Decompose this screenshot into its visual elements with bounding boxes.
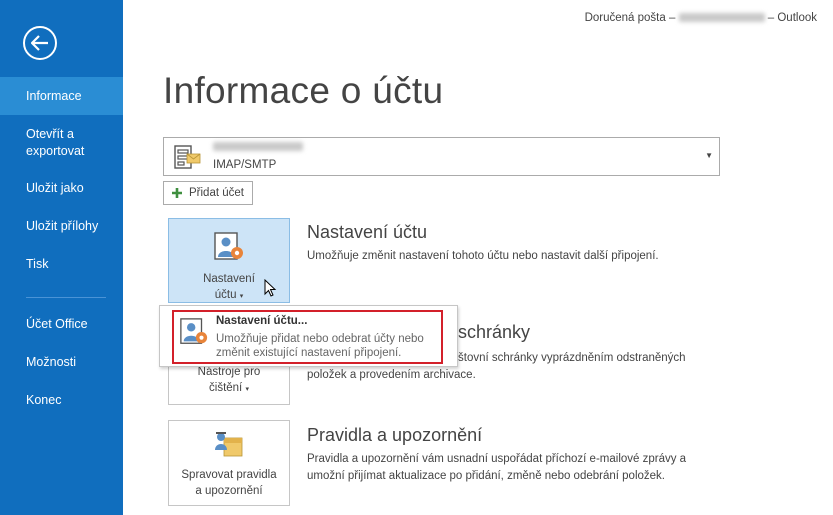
plus-icon [172,188,182,198]
rules-desc-line1: Pravidla a upozornění vám usnadní uspořá… [307,453,687,465]
cleanup-tools-tile-label-2: čištění ▾ [169,380,289,398]
nav-item-ulozit-jako[interactable]: Uložit jako [0,180,123,197]
nav-item-informace[interactable]: Informace [0,77,123,115]
menu-item-desc: Umožňuje přidat nebo odebrat účty nebo z… [216,332,441,360]
account-icon [174,145,201,169]
manage-rules-tile-label-2: a upozornění [195,485,263,497]
nav-item-moznosti[interactable]: Možnosti [0,354,123,371]
page-title: Informace o účtu [163,70,444,111]
account-settings-menu-item[interactable]: Nastavení účtu... Umožňuje přidat nebo o… [172,310,443,364]
back-button[interactable] [23,26,57,60]
cleanup-title: schránky [458,322,531,342]
account-settings-icon [214,232,243,260]
nav-divider [26,297,106,298]
nav-item-ucet-office[interactable]: Účet Office [0,316,123,333]
redacted-email [678,13,765,23]
add-account-label: Přidat účet [189,187,244,199]
cleanup-tools-tile-label-2-text: čištění [209,382,243,394]
rules-desc-line2: umožní přijímat aktualizace po přidání, … [307,470,665,482]
caret-down-icon: ▾ [245,386,249,393]
menu-item-title: Nastavení účtu... [216,315,308,327]
redacted-account-email [213,142,303,151]
window-title-suffix: – Outlook [767,12,817,24]
manage-rules-tile[interactable]: Spravovat pravidla a upozornění [168,420,290,506]
cleanup-desc-line2: položek a provedením archivace. [307,369,476,381]
nav-item-otevrit-exportovat[interactable]: Otevřít a exportovat [0,126,110,160]
arrow-left-icon [31,35,48,51]
window-title-prefix: Doručená pošta – [584,12,676,24]
backstage-nav: Informace Otevřít a exportovat Uložit ja… [0,0,123,515]
account-dropdown[interactable]: IMAP/SMTP ▼ [163,137,720,176]
add-account-button[interactable]: Přidat účet [163,181,253,205]
window-title: Doručená pošta – – Outlook [585,12,817,24]
nav-item-konec[interactable]: Konec [0,392,123,409]
manage-rules-tile-label-1: Spravovat pravidla [181,469,277,481]
account-type: IMAP/SMTP [213,159,277,171]
cleanup-desc-line1: štovní schránky vyprázdněním odstraněnýc… [458,352,686,364]
account-settings-title: Nastavení účtu [307,222,428,242]
rules-title: Pravidla a upozornění [307,425,483,445]
menu-item-desc-line1: Umožňuje přidat nebo odebrat účty nebo [216,333,424,345]
account-settings-tile-label-2-text: účtu [214,289,237,301]
mouse-cursor-icon [264,279,277,297]
caret-down-icon: ▾ [239,293,244,300]
rules-alerts-icon [215,432,243,457]
nav-item-tisk[interactable]: Tisk [0,256,123,273]
chevron-down-icon: ▼ [705,151,713,160]
account-settings-desc: Umožňuje změnit nastavení tohoto účtu ne… [307,250,659,262]
account-settings-menu: Nastavení účtu... Umožňuje přidat nebo o… [159,305,458,367]
nav-item-ulozit-prilohy[interactable]: Uložit přílohy [0,218,123,235]
account-settings-icon [180,318,208,344]
menu-item-desc-line2: změnit existující nastavení připojení. [216,347,402,359]
